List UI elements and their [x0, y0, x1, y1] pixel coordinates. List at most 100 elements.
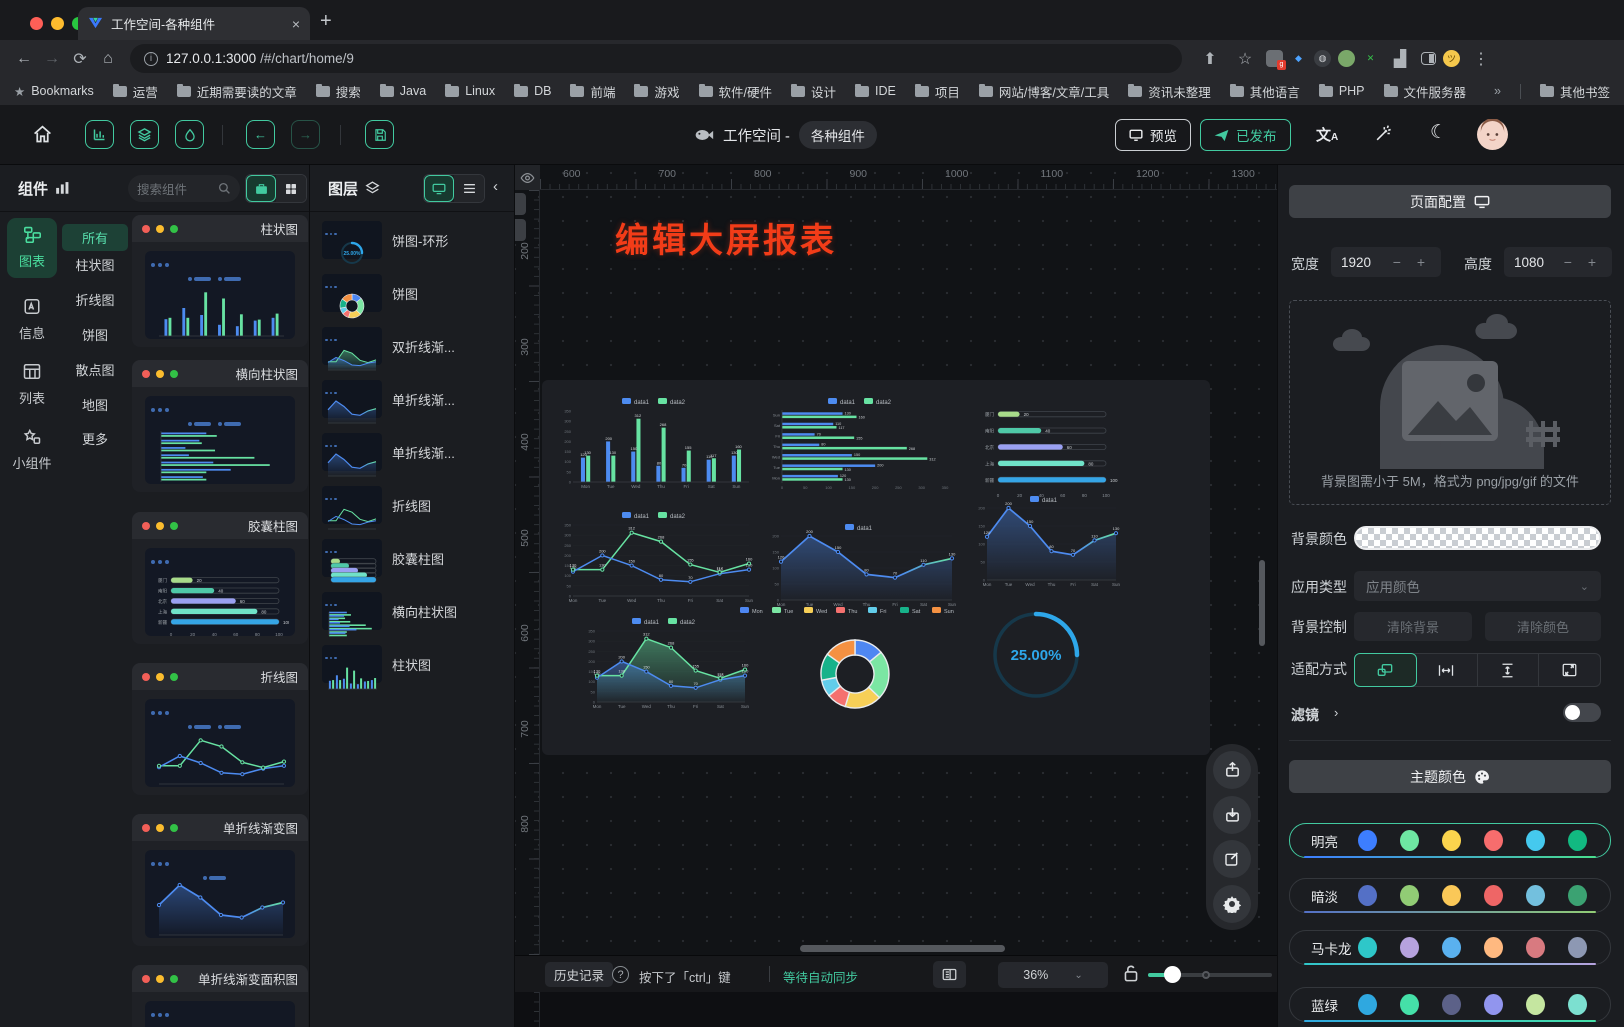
component-card[interactable]: 折线图: [132, 663, 308, 795]
layer-item[interactable]: 饼图: [322, 271, 504, 315]
preview-button[interactable]: 预览: [1115, 119, 1191, 151]
user-avatar[interactable]: [1477, 119, 1508, 153]
bookmark-star-icon[interactable]: ☆: [1231, 49, 1259, 69]
category-地图[interactable]: 地图: [62, 395, 128, 414]
horizontal-scrollbar[interactable]: [800, 945, 1005, 952]
unlock-icon[interactable]: [1123, 964, 1139, 986]
editor-canvas[interactable]: 6007008009001000110012001300 20030040050…: [515, 165, 1277, 1027]
extension-icon[interactable]: ✕: [1362, 50, 1379, 67]
magic-wand-icon[interactable]: [1374, 124, 1393, 146]
vertical-scrollbar[interactable]: [1259, 560, 1265, 646]
theme-row-马卡龙[interactable]: 马卡龙: [1289, 930, 1611, 965]
publish-button[interactable]: 已发布: [1200, 119, 1291, 151]
dark-mode-moon-icon[interactable]: ☾: [1430, 121, 1447, 144]
capsule-bar-chart[interactable]: 厦门20南阳40北京60上海80新疆100020406080100: [974, 398, 1122, 504]
layers-button[interactable]: [130, 120, 159, 149]
component-card[interactable]: 横向柱状图: [132, 360, 308, 492]
theme-color-dot[interactable]: [1400, 830, 1419, 851]
layer-item[interactable]: 25.00%饼图-环形: [322, 218, 504, 262]
filter-toggle[interactable]: [1563, 703, 1601, 722]
category-折线图[interactable]: 折线图: [62, 290, 128, 309]
bookmark-folder[interactable]: 运营: [113, 82, 158, 101]
theme-color-dot[interactable]: [1442, 937, 1461, 958]
theme-drop-button[interactable]: [175, 120, 204, 149]
window-minimize-button[interactable]: [51, 17, 64, 30]
thumbnail-view-toggle[interactable]: [424, 175, 454, 202]
theme-row-明亮[interactable]: 明亮: [1289, 823, 1611, 858]
component-card[interactable]: 胶囊柱图厦门20南阳40北京60上海80新疆100020406080100: [132, 512, 308, 644]
component-card[interactable]: 单折线渐变面积图: [132, 965, 308, 1027]
layer-item[interactable]: 单折线渐...: [322, 430, 504, 474]
save-button[interactable]: [365, 120, 394, 149]
tab-close-icon[interactable]: ×: [292, 16, 300, 32]
page-config-header[interactable]: 页面配置: [1289, 185, 1611, 218]
edit-button[interactable]: [1213, 840, 1251, 878]
language-icon[interactable]: 文A: [1316, 124, 1338, 145]
component-card[interactable]: 柱状图: [132, 215, 308, 347]
bg-color-swatch[interactable]: [1354, 526, 1601, 550]
layer-item[interactable]: 折线图: [322, 483, 504, 527]
bookmark-folder[interactable]: 前端: [570, 82, 615, 101]
other-bookmarks[interactable]: 其他书签: [1540, 82, 1610, 101]
sidebar-tab-小组件[interactable]: 小组件: [7, 420, 57, 480]
canvas-text-heading[interactable]: 编辑大屏报表: [615, 213, 837, 262]
layer-item[interactable]: 单折线渐...: [322, 377, 504, 421]
forward-icon[interactable]: →: [38, 50, 66, 68]
export-button[interactable]: [1213, 751, 1251, 789]
bookmark-folder[interactable]: PHP: [1319, 82, 1365, 101]
share-icon[interactable]: ⬆: [1196, 49, 1224, 69]
layer-item[interactable]: 胶囊柱图: [322, 536, 504, 580]
bookmark-folder[interactable]: Java: [380, 82, 426, 101]
address-bar[interactable]: i 127.0.0.1:3000/#/chart/home/9: [130, 44, 1182, 73]
theme-color-dot[interactable]: [1484, 994, 1503, 1015]
bookmark-folder[interactable]: 项目: [915, 82, 960, 101]
bookmark-folder[interactable]: 设计: [791, 82, 836, 101]
bookmark-folder[interactable]: Linux: [445, 82, 495, 101]
background-upload-dropzone[interactable]: 背景图需小于 5M，格式为 png/jpg/gif 的文件: [1289, 300, 1611, 505]
clear-color-button[interactable]: 清除颜色: [1485, 612, 1601, 641]
bookmark-folder[interactable]: 游戏: [634, 82, 679, 101]
settings-gear-icon[interactable]: [1213, 885, 1251, 923]
theme-color-dot[interactable]: [1568, 885, 1587, 906]
bookmark-folder[interactable]: 搜索: [316, 82, 361, 101]
history-button[interactable]: 历史记录: [545, 962, 613, 987]
theme-color-dot[interactable]: [1484, 885, 1503, 906]
theme-color-dot[interactable]: [1484, 937, 1503, 958]
category-饼图[interactable]: 饼图: [62, 325, 128, 344]
sidebar-icon[interactable]: [1421, 52, 1436, 65]
stepper-buttons[interactable]: − +: [1564, 254, 1602, 270]
bookmark-folder[interactable]: DB: [514, 82, 551, 101]
theme-color-dot[interactable]: [1526, 994, 1545, 1015]
theme-color-dot[interactable]: [1484, 830, 1503, 851]
donut-pie-chart[interactable]: MonTueWedThuFriSatSun: [682, 602, 1022, 722]
theme-row-暗淡[interactable]: 暗淡: [1289, 878, 1611, 913]
theme-color-dot[interactable]: [1400, 937, 1419, 958]
extension-icon[interactable]: ◍: [1314, 50, 1331, 67]
fit-stretch-option[interactable]: [1539, 654, 1600, 686]
site-info-icon[interactable]: i: [144, 52, 158, 66]
theme-color-dot[interactable]: [1358, 885, 1377, 906]
extension-icon[interactable]: [1338, 50, 1355, 67]
height-input[interactable]: 1080− +: [1504, 247, 1612, 277]
theme-row-蓝绿[interactable]: 蓝绿: [1289, 987, 1611, 1022]
undo-button[interactable]: ←: [246, 120, 275, 149]
help-icon[interactable]: ?: [612, 966, 629, 983]
window-close-button[interactable]: [30, 17, 43, 30]
chart-mode-button[interactable]: [85, 120, 114, 149]
single-view-toggle[interactable]: [246, 175, 276, 202]
reload-icon[interactable]: ⟳: [66, 49, 94, 69]
bookmark-folder[interactable]: 资讯未整理: [1128, 82, 1211, 101]
bookmark-folder[interactable]: 网站/博客/文章/工具: [979, 82, 1109, 101]
theme-color-dot[interactable]: [1568, 994, 1587, 1015]
category-柱状图[interactable]: 柱状图: [62, 255, 128, 274]
clear-background-button[interactable]: 清除背景: [1354, 612, 1472, 641]
theme-color-dot[interactable]: [1442, 994, 1461, 1015]
layer-item[interactable]: 双折线渐...: [322, 324, 504, 368]
theme-color-dot[interactable]: [1358, 994, 1377, 1015]
sidebar-tab-图表[interactable]: 图表: [7, 218, 57, 278]
bookmark-folder[interactable]: IDE: [855, 82, 896, 101]
fit-width-option[interactable]: [1416, 654, 1478, 686]
bookmarks-overflow-icon[interactable]: »: [1494, 84, 1501, 98]
progress-ring-chart[interactable]: 25.00%: [976, 595, 1096, 715]
bookmark-folder[interactable]: 近期需要读的文章: [177, 82, 297, 101]
